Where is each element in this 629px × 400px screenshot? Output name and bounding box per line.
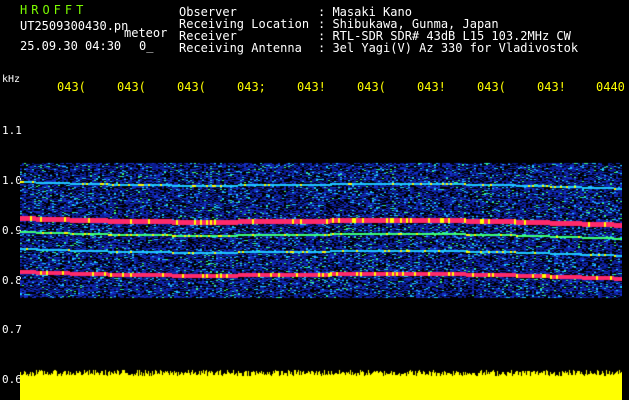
time-label: 043( (57, 80, 86, 94)
y-axis-label: 0.8 (2, 274, 22, 287)
y-axis-label: 0.7 (2, 323, 22, 336)
info-antenna-label: Receiving Antenna (179, 41, 302, 55)
info-antenna-value: : 3el Yagi(V) Az 330 for Vladivostok (318, 41, 579, 55)
file-name: UT2509300430.pn (20, 19, 129, 33)
y-axis-label: 0.6 (2, 373, 22, 386)
mode-label: meteor (124, 26, 168, 40)
time-label: 043( (117, 80, 146, 94)
time-label: 043; (237, 80, 266, 94)
hrofft-logo: HROFFT (20, 3, 88, 17)
time-label: 043( (177, 80, 206, 94)
time-label: 043! (297, 80, 326, 94)
time-label: 043! (537, 80, 566, 94)
time-label: 0440 (596, 80, 625, 94)
spectrogram-waterfall (20, 98, 622, 400)
y-axis-label: 0.9 (2, 224, 22, 237)
time-label: 043! (417, 80, 446, 94)
time-label: 043( (477, 80, 506, 94)
date-time: 25.09.30 04:30 (20, 39, 122, 53)
meteor-count: 0_ (139, 39, 154, 53)
y-axis-label: 1.1 (2, 124, 22, 137)
time-label: 043( (357, 80, 386, 94)
y-axis-unit: kHz (2, 74, 21, 85)
y-axis-label: 1.0 (2, 174, 22, 187)
